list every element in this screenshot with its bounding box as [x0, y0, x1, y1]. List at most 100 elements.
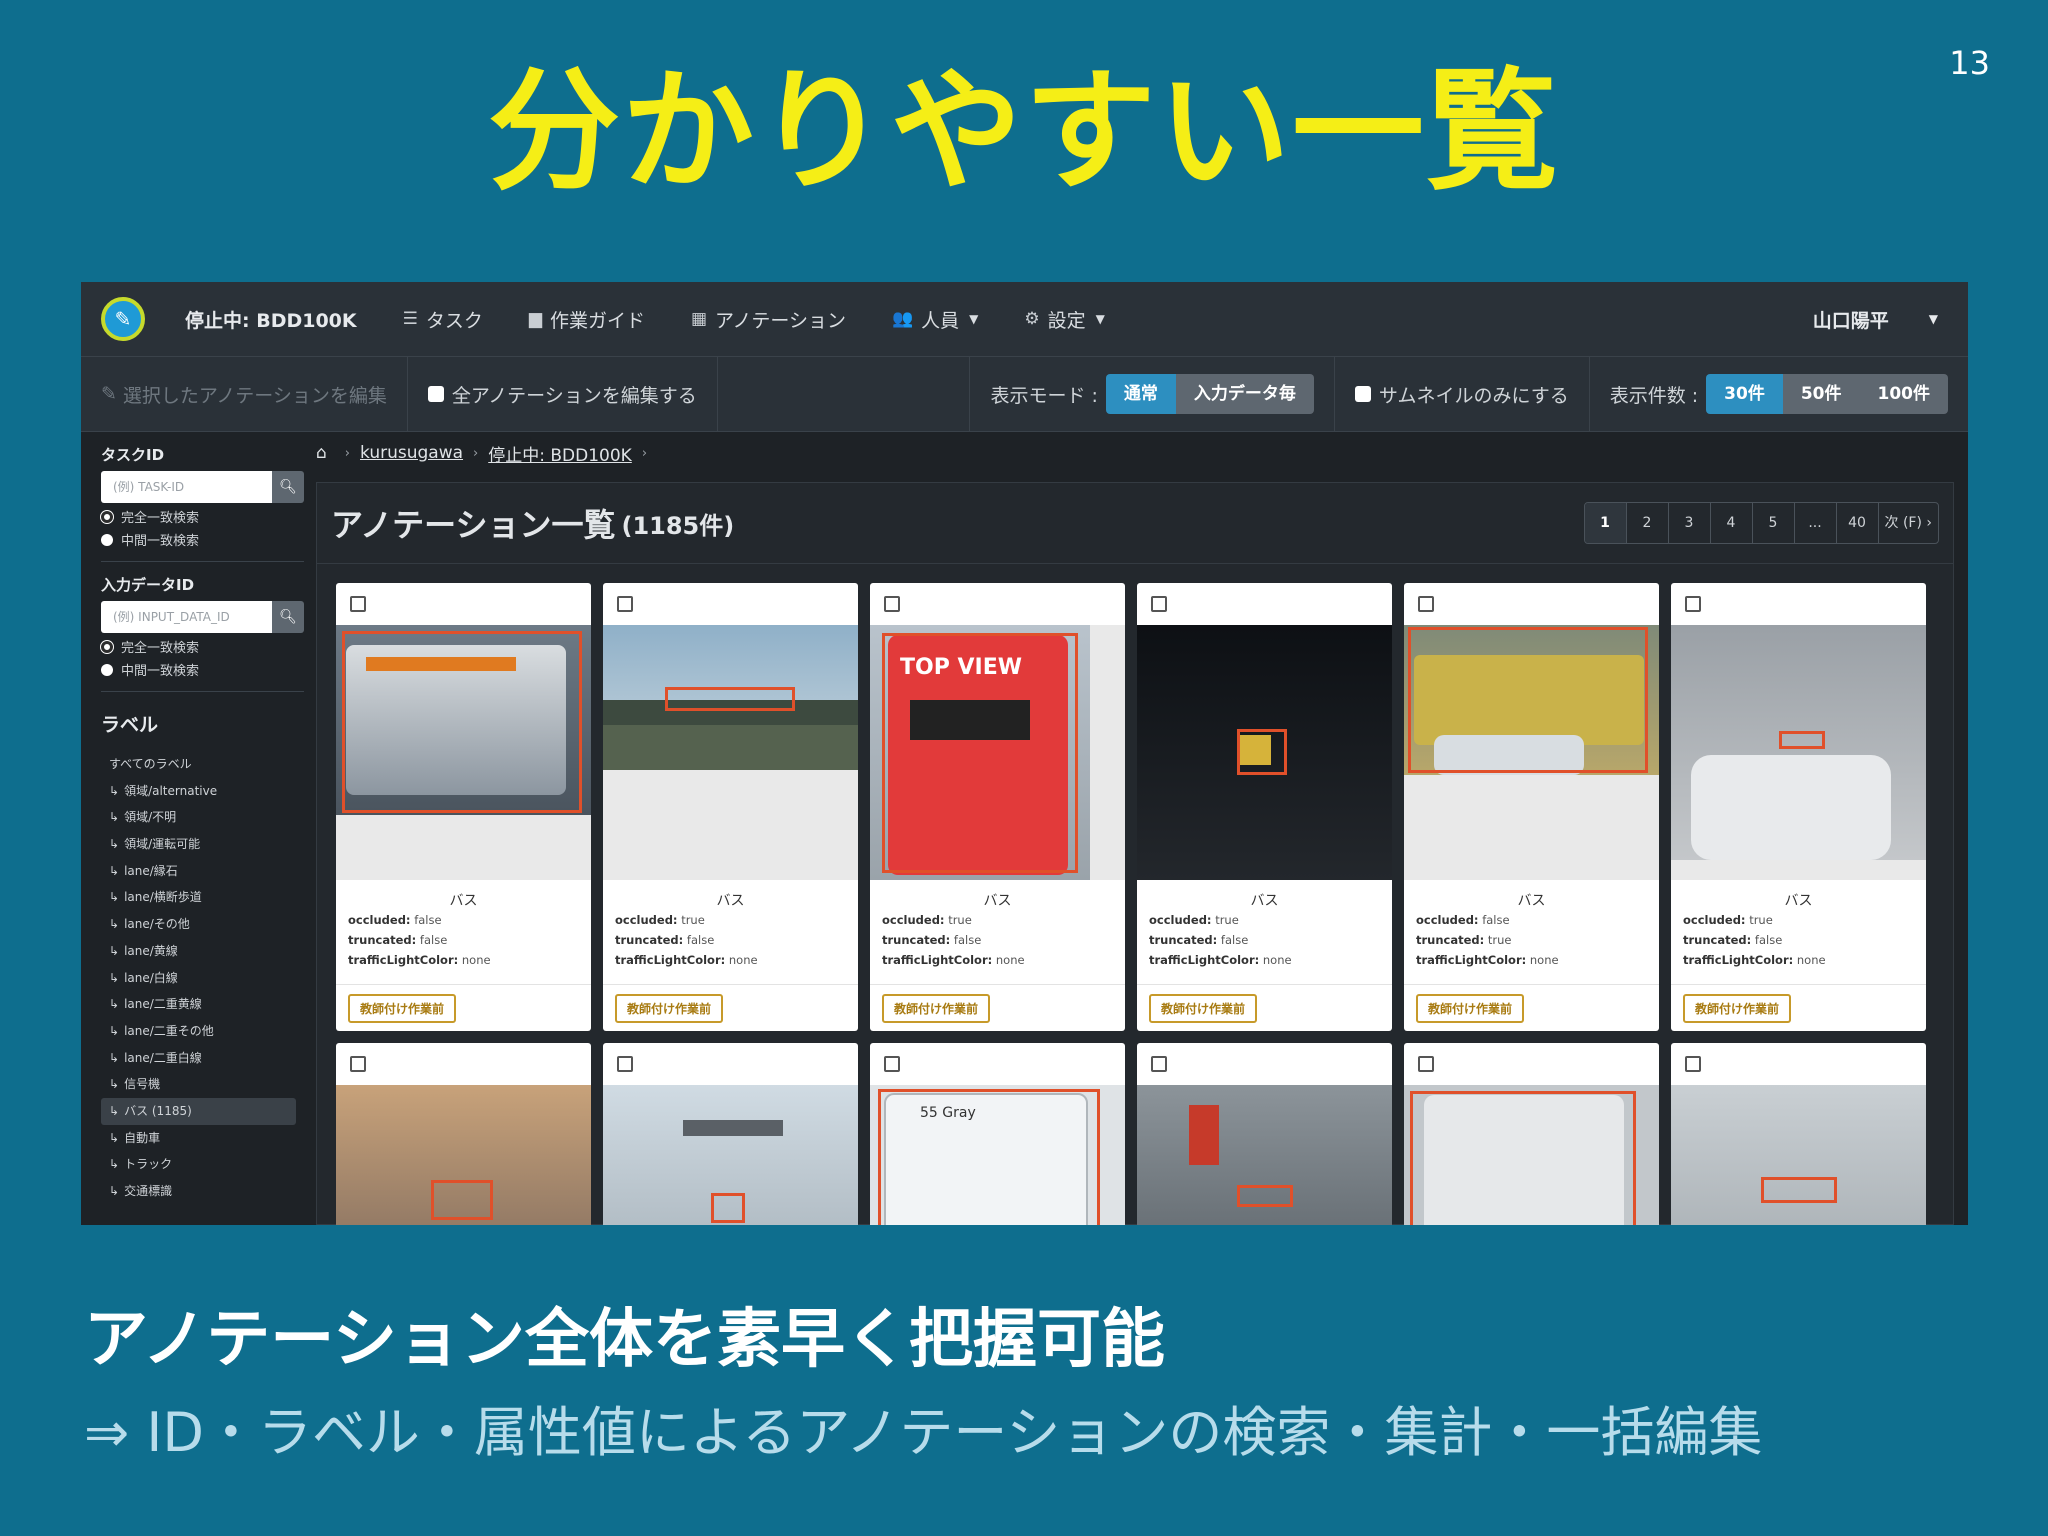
card-select-checkbox[interactable] — [884, 1056, 900, 1072]
page-button[interactable]: 3 — [1669, 503, 1711, 543]
annotation-card[interactable] — [603, 1043, 858, 1225]
label-filter-item[interactable]: ↳ バス (1185) — [101, 1097, 296, 1125]
annotation-card[interactable] — [1404, 1043, 1659, 1225]
edit-all-checkbox[interactable] — [427, 386, 444, 402]
annotation-card[interactable]: バス occluded: true truncated: false trafficL… — [1671, 583, 1926, 1031]
nav-task-status[interactable]: 停止中: BDD100K — [185, 306, 357, 333]
edit-all-toggle[interactable]: 全アノテーションを編集する — [408, 357, 718, 431]
annotation-thumbnail[interactable] — [1671, 1085, 1926, 1225]
nav-item-table[interactable]: ▦ アノテーション — [691, 306, 846, 333]
mode-normal-button[interactable]: 通常 — [1105, 374, 1176, 414]
user-menu[interactable]: 山口陽平 ▼ — [1813, 306, 1938, 333]
annotation-thumbnail[interactable] — [336, 625, 591, 880]
card-select-checkbox[interactable] — [884, 596, 900, 612]
app-logo-icon[interactable]: ✎ — [101, 297, 145, 341]
label-filter-item[interactable]: ↳ lane/二重白線 — [101, 1045, 316, 1072]
thumbnail-only-toggle[interactable]: サムネイルのみにする — [1335, 357, 1590, 431]
label-filter-item[interactable]: ↳ 領域/不明 — [101, 804, 316, 831]
search-icon[interactable]: 🔍︎ — [272, 471, 304, 503]
radio-selected-icon — [101, 510, 113, 523]
edit-selected-button[interactable]: ✎ 選択したアノテーションを編集 — [81, 357, 408, 431]
return-arrow-icon: ↳ — [109, 1184, 120, 1198]
annotation-card[interactable]: バス occluded: true truncated: false trafficL… — [603, 583, 858, 1031]
attribute-truncated: truncated: false — [870, 930, 1125, 950]
card-select-checkbox[interactable] — [350, 1056, 366, 1072]
nav-item-gear[interactable]: ⚙ 設定 ▼ — [1024, 306, 1105, 333]
label-filter-item[interactable]: ↳ lane/白線 — [101, 965, 316, 992]
annotation-thumbnail[interactable] — [603, 625, 858, 880]
annotation-thumbnail[interactable] — [1137, 1085, 1392, 1225]
thumbnail-only-checkbox[interactable] — [1354, 386, 1371, 402]
page-button[interactable]: 次 (F) › — [1879, 503, 1938, 543]
page-button[interactable]: 1 — [1584, 503, 1627, 543]
label-filter-item[interactable]: ↳ 領域/alternative — [101, 778, 316, 805]
label-filter-text: 交通標識 — [124, 1184, 173, 1198]
page-button[interactable]: 2 — [1627, 503, 1669, 543]
card-select-checkbox[interactable] — [617, 1056, 633, 1072]
breadcrumb-project-link[interactable]: kurusugawa — [360, 443, 463, 463]
annotation-thumbnail[interactable] — [603, 1085, 858, 1225]
input-partial-radio[interactable]: 中間一致検索 — [101, 660, 316, 679]
nav-item-file[interactable]: ▆ 作業ガイド — [529, 306, 645, 333]
label-filter-item[interactable]: ↳ lane/二重黄線 — [101, 991, 316, 1018]
card-select-checkbox[interactable] — [617, 596, 633, 612]
label-filter-item[interactable]: ↳ lane/黄線 — [101, 938, 316, 965]
annotation-card[interactable] — [336, 1043, 591, 1225]
card-select-checkbox[interactable] — [1685, 596, 1701, 612]
mode-per-input-button[interactable]: 入力データ毎 — [1175, 374, 1314, 414]
page-button[interactable]: 5 — [1753, 503, 1795, 543]
page-button[interactable]: 4 — [1711, 503, 1753, 543]
label-filter-item[interactable]: ↳ トラック — [101, 1151, 316, 1178]
page-button[interactable]: 40 — [1837, 503, 1879, 543]
bounding-box — [431, 1180, 493, 1220]
label-filter-item[interactable]: ↳ lane/その他 — [101, 911, 316, 938]
nav-item-users[interactable]: 👥 人員 ▼ — [892, 306, 978, 333]
label-filter-item[interactable]: ↳ 交通標識 — [101, 1178, 316, 1205]
annotation-thumbnail[interactable] — [1137, 625, 1392, 880]
partial-match-label: 中間一致検索 — [121, 534, 200, 549]
task-id-input[interactable]: (例) TASK-ID — [101, 471, 272, 503]
annotation-card[interactable]: TOP VIEW バス occluded: true truncated: false… — [870, 583, 1125, 1031]
table-icon: ▦ — [690, 309, 708, 329]
label-filter-item[interactable]: ↳ lane/横断歩道 — [101, 884, 316, 911]
annotation-thumbnail[interactable]: 55 Gray — [870, 1085, 1125, 1225]
annotation-thumbnail[interactable] — [1404, 625, 1659, 880]
annotation-card[interactable]: 55 Gray — [870, 1043, 1125, 1225]
label-filter-item[interactable]: ↳ 領域/運転可能 — [101, 831, 316, 858]
bounding-box — [882, 633, 1078, 873]
bounding-box — [1779, 731, 1825, 749]
annotation-card[interactable] — [1671, 1043, 1926, 1225]
label-filter-all[interactable]: すべてのラベル — [101, 751, 316, 778]
annotation-thumbnail[interactable] — [336, 1085, 591, 1225]
task-exact-radio[interactable]: 完全一致検索 — [101, 507, 316, 526]
input-exact-radio[interactable]: 完全一致検索 — [101, 637, 316, 656]
card-select-checkbox[interactable] — [1685, 1056, 1701, 1072]
annotation-card[interactable]: バス occluded: true truncated: false trafficL… — [1137, 583, 1392, 1031]
card-select-checkbox[interactable] — [1151, 1056, 1167, 1072]
chevron-down-icon: ▼ — [1928, 312, 1938, 326]
annotation-card[interactable]: バス occluded: false truncated: false traffic… — [336, 583, 591, 1031]
search-icon[interactable]: 🔍︎ — [272, 601, 304, 633]
label-filter-item[interactable]: ↳ lane/二重その他 — [101, 1018, 316, 1045]
annotation-thumbnail[interactable]: TOP VIEW — [870, 625, 1125, 880]
page-size-100-button[interactable]: 100件 — [1859, 374, 1948, 414]
breadcrumb-task-link[interactable]: 停止中: BDD100K — [488, 441, 632, 466]
card-select-checkbox[interactable] — [1151, 596, 1167, 612]
card-select-checkbox[interactable] — [1418, 1056, 1434, 1072]
label-filter-item[interactable]: ↳ 信号機 — [101, 1071, 316, 1098]
page-size-50-button[interactable]: 50件 — [1782, 374, 1860, 414]
task-partial-radio[interactable]: 中間一致検索 — [101, 530, 316, 549]
annotation-card[interactable]: バス occluded: false truncated: true trafficL… — [1404, 583, 1659, 1031]
home-icon[interactable]: ⌂ — [316, 443, 327, 463]
annotation-card[interactable] — [1137, 1043, 1392, 1225]
card-select-checkbox[interactable] — [350, 596, 366, 612]
page-button[interactable]: ... — [1795, 503, 1837, 543]
nav-item-list[interactable]: ☰ タスク — [403, 306, 483, 333]
label-filter-item[interactable]: ↳ 自動車 — [101, 1125, 316, 1152]
annotation-thumbnail[interactable] — [1404, 1085, 1659, 1225]
card-select-checkbox[interactable] — [1418, 596, 1434, 612]
input-id-input[interactable]: (例) INPUT_DATA_ID — [101, 601, 272, 633]
annotation-thumbnail[interactable] — [1671, 625, 1926, 880]
label-filter-item[interactable]: ↳ lane/縁石 — [101, 858, 316, 885]
page-size-30-button[interactable]: 30件 — [1706, 374, 1783, 414]
